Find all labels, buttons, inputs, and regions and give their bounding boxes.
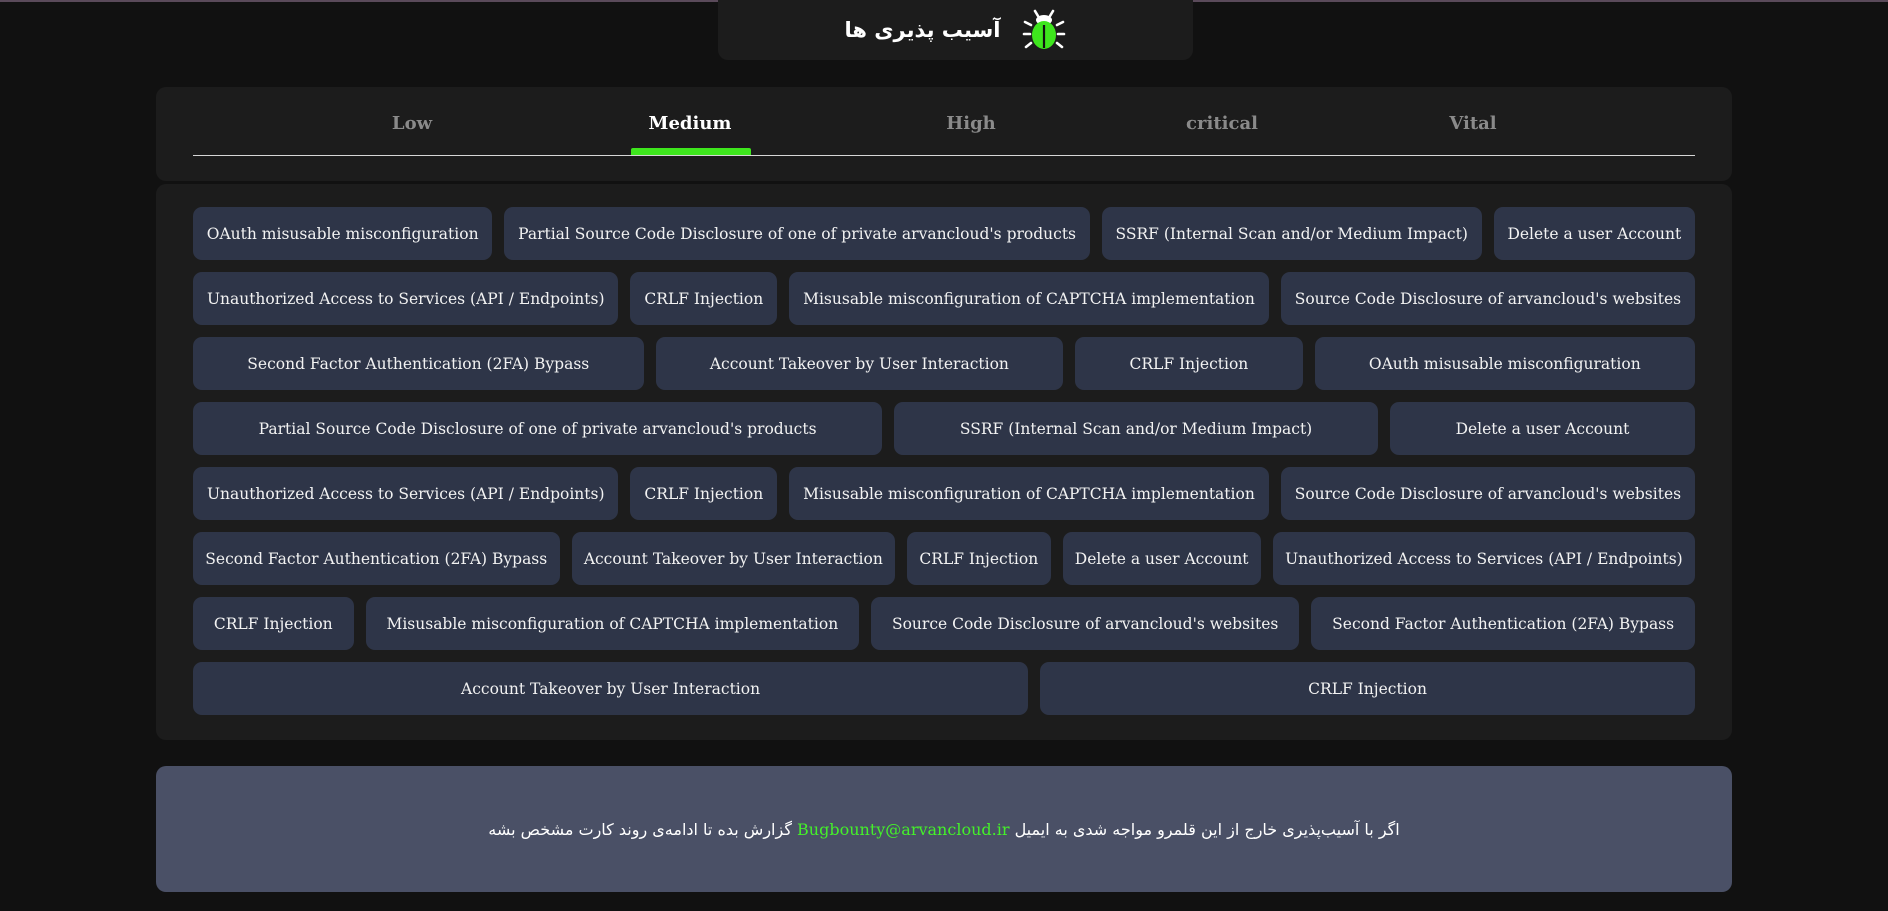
report-notice-text: اگر با آسیب‌پذیری خارج از این قلمرو مواج… xyxy=(488,820,1399,839)
vulnerability-item[interactable]: Misusable misconfiguration of CAPTCHA im… xyxy=(365,597,860,650)
vulnerability-list: OAuth misusable misconfiguration Partial … xyxy=(193,207,1696,715)
vulnerability-item[interactable]: Unauthorized Access to Services (API / E… xyxy=(193,467,619,520)
vulnerability-item[interactable]: Unauthorized Access to Services (API / E… xyxy=(193,272,619,325)
page-header: آسیب پذیری ها xyxy=(718,0,1193,60)
vulnerability-item[interactable]: CRLF Injection xyxy=(907,532,1051,585)
tabs-divider xyxy=(193,155,1695,156)
vulnerability-item[interactable]: Delete a user Account xyxy=(1389,402,1695,455)
page-title: آسیب پذیری ها xyxy=(844,18,1001,42)
vulnerability-item[interactable]: CRLF Injection xyxy=(193,597,354,650)
vulnerability-item[interactable]: Source Code Disclosure of arvancloud's w… xyxy=(871,597,1300,650)
active-tab-indicator xyxy=(631,148,751,155)
tab-low[interactable]: Low xyxy=(332,109,492,159)
vulnerability-item[interactable]: Partial Source Code Disclosure of one of… xyxy=(504,207,1090,260)
vulnerability-item[interactable]: Second Factor Authentication (2FA) Bypas… xyxy=(1311,597,1696,650)
tab-vital[interactable]: Vital xyxy=(1393,109,1553,159)
severity-tabs: Low Medium High critical Vital xyxy=(156,87,1732,181)
vulnerability-item[interactable]: Account Takeover by User Interaction xyxy=(571,532,896,585)
vulnerability-item[interactable]: Source Code Disclosure of arvancloud's w… xyxy=(1280,272,1696,325)
vulnerability-item[interactable]: SSRF (Internal Scan and/or Medium Impact… xyxy=(894,402,1378,455)
vulnerability-item[interactable]: Account Takeover by User Interaction xyxy=(655,337,1064,390)
notice-text-before: اگر با آسیب‌پذیری خارج از این قلمرو مواج… xyxy=(1014,819,1400,839)
vulnerability-item[interactable]: OAuth misusable misconfiguration xyxy=(193,207,493,260)
report-notice: اگر با آسیب‌پذیری خارج از این قلمرو مواج… xyxy=(156,766,1732,892)
vulnerability-item[interactable]: Misusable misconfiguration of CAPTCHA im… xyxy=(789,467,1269,520)
tab-high[interactable]: High xyxy=(891,109,1051,159)
vulnerability-item[interactable]: CRLF Injection xyxy=(630,272,778,325)
vulnerability-item[interactable]: SSRF (Internal Scan and/or Medium Impact… xyxy=(1101,207,1482,260)
vulnerability-item[interactable]: Partial Source Code Disclosure of one of… xyxy=(193,402,883,455)
vulnerability-item[interactable]: Second Factor Authentication (2FA) Bypas… xyxy=(193,337,644,390)
vulnerability-item[interactable]: OAuth misusable misconfiguration xyxy=(1314,337,1695,390)
vulnerability-item[interactable]: Unauthorized Access to Services (API / E… xyxy=(1272,532,1696,585)
vulnerability-item[interactable]: Source Code Disclosure of arvancloud's w… xyxy=(1280,467,1696,520)
vulnerability-item[interactable]: Second Factor Authentication (2FA) Bypas… xyxy=(193,532,560,585)
vulnerability-item[interactable]: Delete a user Account xyxy=(1493,207,1695,260)
vulnerability-item[interactable]: CRLF Injection xyxy=(1075,337,1303,390)
vulnerability-item[interactable]: CRLF Injection xyxy=(630,467,778,520)
vulnerability-item[interactable]: CRLF Injection xyxy=(1040,662,1695,715)
bug-icon xyxy=(1022,8,1066,52)
vulnerability-list-panel: OAuth misusable misconfiguration Partial … xyxy=(156,184,1732,740)
tab-critical[interactable]: critical xyxy=(1142,109,1302,159)
notice-text-after: گزارش بده تا ادامه‌ی روند کارت مشخص بشه xyxy=(488,819,792,839)
report-email-link[interactable]: Bugbounty@arvancloud.ir xyxy=(797,820,1009,839)
vulnerability-item[interactable]: Account Takeover by User Interaction xyxy=(193,662,1029,715)
vulnerability-item[interactable]: Delete a user Account xyxy=(1062,532,1261,585)
vulnerability-item[interactable]: Misusable misconfiguration of CAPTCHA im… xyxy=(789,272,1269,325)
